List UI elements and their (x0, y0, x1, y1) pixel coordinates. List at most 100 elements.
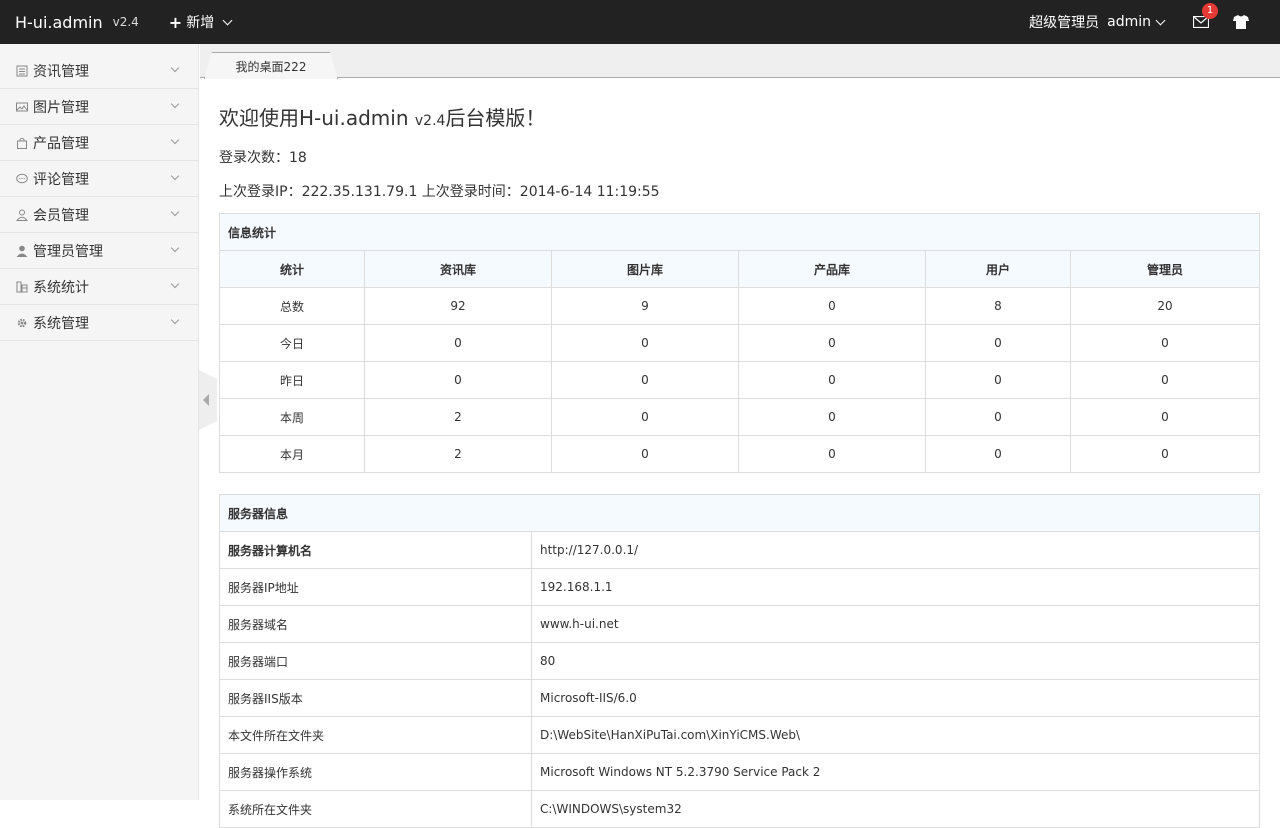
table-row: 今日 0 0 0 0 0 (219, 324, 1260, 362)
picture-icon (16, 102, 28, 111)
message-count-badge: 1 (1202, 3, 1218, 19)
sidebar-item-label: 系统统计 (33, 279, 89, 296)
table-cell: C:\WINDOWS\system32 (531, 790, 1260, 828)
chevron-down-icon (1155, 15, 1166, 25)
last-login-info: 上次登录IP：222.35.131.79.1 上次登录时间：2014-6-14 … (219, 184, 660, 200)
table-row: 服务器域名 www.h-ui.net (219, 605, 1260, 643)
top-right-area: 超级管理员 admin 1 (1029, 3, 1280, 37)
messages-button[interactable]: 1 (1186, 3, 1218, 37)
table-cell: 80 (531, 642, 1260, 680)
app-logo[interactable]: H-ui.admin (15, 13, 103, 32)
add-new-menu[interactable]: + 新增 (168, 12, 233, 32)
table-row: 本周 2 0 0 0 0 (219, 398, 1260, 436)
table-row: 服务器端口 80 (219, 642, 1260, 680)
table-cell: 本文件所在文件夹 (219, 716, 532, 754)
sidebar-item-label: 资讯管理 (33, 63, 89, 80)
table-row: 系统所在文件夹 C:\WINDOWS\system32 (219, 790, 1260, 828)
table-cell: 92 (364, 287, 552, 325)
tab-my-desktop[interactable]: 我的桌面222 (204, 52, 338, 79)
sidebar-item-label: 会员管理 (33, 207, 89, 224)
gear-icon (17, 318, 27, 327)
table-cell: 0 (738, 398, 926, 436)
sidebar-item-news[interactable]: 资讯管理 (0, 53, 198, 89)
table-cell: 0 (925, 324, 1071, 362)
table-cell: 0 (1070, 324, 1260, 362)
skin-switch-button[interactable] (1226, 7, 1256, 37)
arrow-left-icon (203, 394, 209, 406)
table-cell: 0 (364, 361, 552, 399)
table-cell: 今日 (219, 324, 365, 362)
table-row: 服务器IP地址 192.168.1.1 (219, 568, 1260, 606)
table-cell: 0 (925, 435, 1071, 473)
tab-bar: 我的桌面222 (200, 44, 1280, 78)
chevron-down-icon (222, 15, 233, 25)
sidebar-item-label: 产品管理 (33, 135, 89, 152)
table-cell: 192.168.1.1 (531, 568, 1260, 606)
table-cell: 服务器操作系统 (219, 753, 532, 791)
table-cell: D:\WebSite\HanXiPuTai.com\XinYiCMS.Web\ (531, 716, 1260, 754)
table-cell: 0 (551, 324, 739, 362)
table-cell: 0 (925, 361, 1071, 399)
column-header: 管理员 (1070, 250, 1260, 288)
chevron-down-icon (170, 315, 180, 325)
table-row: 本文件所在文件夹 D:\WebSite\HanXiPuTai.com\XinYi… (219, 716, 1260, 754)
stats-icon (16, 281, 28, 292)
sidebar-item-pictures[interactable]: 图片管理 (0, 89, 198, 125)
column-header: 资讯库 (364, 250, 552, 288)
table-cell: 0 (1070, 398, 1260, 436)
admin-icon (16, 245, 28, 257)
table-cell: 总数 (219, 287, 365, 325)
chevron-down-icon (170, 135, 180, 145)
sidebar-item-label: 评论管理 (33, 171, 89, 188)
plus-icon: + (168, 12, 183, 32)
table-cell: www.h-ui.net (531, 605, 1260, 643)
column-header: 统计 (219, 250, 365, 288)
stats-table-caption: 信息统计 (219, 213, 1260, 251)
chevron-down-icon (170, 279, 180, 289)
table-cell: 2 (364, 435, 552, 473)
table-cell: 0 (925, 398, 1071, 436)
sidebar-collapse-handle[interactable] (199, 370, 217, 430)
welcome-suffix: 后台模版！ (445, 106, 546, 130)
stats-table: 信息统计 统计 资讯库 图片库 产品库 用户 管理员 总数 92 9 0 8 2… (219, 213, 1260, 473)
table-row: 服务器计算机名 http://127.0.0.1/ (219, 531, 1260, 569)
table-cell: 服务器IIS版本 (219, 679, 532, 717)
sidebar-item-system[interactable]: 系统管理 (0, 305, 198, 341)
table-cell: 本月 (219, 435, 365, 473)
chevron-down-icon (170, 63, 180, 73)
table-cell: 0 (551, 435, 739, 473)
table-cell: 9 (551, 287, 739, 325)
column-header: 产品库 (738, 250, 926, 288)
sidebar-item-products[interactable]: 产品管理 (0, 125, 198, 161)
table-cell: Microsoft-IIS/6.0 (531, 679, 1260, 717)
table-cell: http://127.0.0.1/ (531, 531, 1260, 569)
user-icon (16, 209, 28, 221)
app-version: v2.4 (112, 15, 139, 29)
table-cell: 服务器计算机名 (219, 531, 532, 569)
sidebar-item-comments[interactable]: 评论管理 (0, 161, 198, 197)
table-cell: 服务器IP地址 (219, 568, 532, 606)
table-cell: 8 (925, 287, 1071, 325)
table-cell: 本周 (219, 398, 365, 436)
sidebar-item-admins[interactable]: 管理员管理 (0, 233, 198, 269)
login-count: 登录次数：18 (219, 150, 307, 166)
tshirt-icon (1233, 15, 1249, 29)
table-cell: 0 (738, 324, 926, 362)
username: admin (1107, 14, 1151, 30)
server-info-table: 服务器信息 服务器计算机名 http://127.0.0.1/ 服务器IP地址 … (219, 494, 1260, 828)
sidebar-item-stats[interactable]: 系统统计 (0, 269, 198, 305)
comment-icon (16, 173, 28, 183)
news-icon (16, 65, 28, 76)
table-cell: 0 (364, 324, 552, 362)
chevron-down-icon (170, 243, 180, 253)
table-cell: 系统所在文件夹 (219, 790, 532, 828)
table-cell: 0 (551, 398, 739, 436)
welcome-text: 欢迎使用H-ui.admin (219, 106, 415, 130)
sidebar-item-members[interactable]: 会员管理 (0, 197, 198, 233)
table-row: 昨日 0 0 0 0 0 (219, 361, 1260, 399)
table-cell: 服务器域名 (219, 605, 532, 643)
sidebar-item-label: 图片管理 (33, 99, 89, 116)
table-cell: 0 (738, 435, 926, 473)
user-menu[interactable]: admin (1107, 14, 1166, 30)
table-row: 服务器IIS版本 Microsoft-IIS/6.0 (219, 679, 1260, 717)
